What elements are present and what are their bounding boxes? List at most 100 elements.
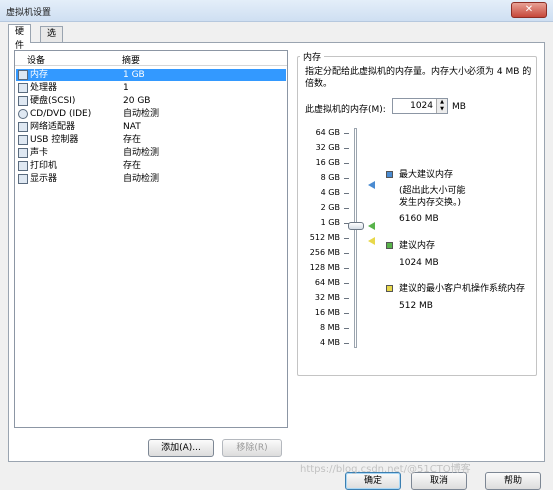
memory-scale-notch — [344, 343, 349, 344]
memory-scale-tick-label: 256 MB — [309, 248, 340, 257]
add-button[interactable]: 添加(A)... — [148, 439, 214, 457]
network-adapter-icon — [18, 122, 28, 132]
max-memory-value: 6160 MB — [399, 214, 439, 224]
device-list: 设备 摘要 内存 1 GB 处理器 1 硬盘(SCSI) 20 GB CD/DV… — [14, 50, 288, 428]
memory-scale-notch — [344, 193, 349, 194]
memory-scale-notch — [344, 208, 349, 209]
device-row-processor[interactable]: 处理器 1 — [16, 82, 286, 94]
memory-scale-notch — [344, 313, 349, 314]
device-name: 显示器 — [30, 174, 58, 184]
device-row-usb-controller[interactable]: USB 控制器 存在 — [16, 134, 286, 146]
close-icon: ✕ — [524, 4, 534, 15]
cd-dvd-icon — [18, 109, 28, 119]
memory-scale-notch — [344, 163, 349, 164]
device-row-sound-card[interactable]: 声卡 自动检测 — [16, 147, 286, 159]
device-row-cd-dvd[interactable]: CD/DVD (IDE) 自动检测 — [16, 108, 286, 120]
device-summary: 1 — [123, 83, 129, 93]
sound-card-icon — [18, 148, 28, 158]
device-list-header: 设备 摘要 — [15, 51, 287, 66]
tab-options[interactable]: 选项 — [40, 26, 64, 53]
device-name: 内存 — [30, 70, 49, 80]
memory-hint: 指定分配给此虚拟机的内存量。内存大小必须为 4 MB 的倍数。 — [305, 67, 532, 89]
memory-value: 1024 — [410, 101, 433, 111]
close-button[interactable]: ✕ — [511, 2, 547, 18]
device-summary: NAT — [123, 122, 141, 132]
memory-scale-tick-label: 64 MB — [314, 278, 340, 287]
device-row-printer[interactable]: 打印机 存在 — [16, 160, 286, 172]
max-memory-note-line2: 发生内存交换。) — [399, 198, 462, 208]
memory-scale-tick-label: 4 MB — [319, 338, 340, 347]
device-row-hard-disk[interactable]: 硬盘(SCSI) 20 GB — [16, 95, 286, 107]
max-memory-marker-icon — [368, 181, 375, 189]
memory-scale-tick-label: 64 GB — [315, 128, 340, 137]
device-summary: 存在 — [123, 161, 142, 171]
memory-scale-tick-label: 32 MB — [314, 293, 340, 302]
spin-down-button[interactable]: ▼ — [436, 106, 447, 113]
memory-group-title: 内存 — [300, 50, 325, 63]
memory-scale-tick-label: 16 MB — [314, 308, 340, 317]
memory-slider-thumb[interactable] — [348, 222, 364, 230]
remove-button[interactable]: 移除(R) — [222, 439, 282, 457]
memory-scale-tick-label: 4 GB — [320, 188, 340, 197]
memory-scale-notch — [344, 298, 349, 299]
recommended-memory-value: 1024 MB — [399, 258, 439, 268]
memory-spinbox[interactable]: 1024 ▲ ▼ — [392, 98, 448, 114]
hard-disk-icon — [18, 96, 28, 106]
tab-hardware[interactable]: 硬件 — [8, 24, 32, 51]
device-summary: 自动检测 — [123, 174, 160, 184]
memory-unit: MB — [452, 102, 466, 112]
memory-scale-tick-label: 32 GB — [315, 143, 340, 152]
memory-scale-tick-label: 1 GB — [320, 218, 340, 227]
device-name: 打印机 — [30, 161, 58, 171]
device-name: 处理器 — [30, 83, 58, 93]
min-memory-marker-icon — [368, 237, 375, 245]
recommended-memory-marker-icon — [368, 222, 375, 230]
memory-scale-notch — [344, 268, 349, 269]
recommended-memory-label: 建议内存 — [399, 241, 436, 251]
min-memory-legend-icon — [386, 285, 393, 292]
memory-scale-notch — [344, 178, 349, 179]
min-memory-label: 建议的最小客户机操作系统内存 — [399, 284, 526, 294]
device-column-header[interactable]: 设备 — [27, 53, 45, 66]
memory-scale-tick-label: 2 GB — [320, 203, 340, 212]
device-name: 网络适配器 — [30, 122, 76, 132]
display-icon — [18, 174, 28, 184]
device-name: USB 控制器 — [30, 135, 79, 145]
memory-scale-notch — [344, 133, 349, 134]
memory-icon — [18, 70, 28, 80]
device-row-display[interactable]: 显示器 自动检测 — [16, 173, 286, 185]
device-summary: 20 GB — [123, 96, 151, 106]
watermark: https://blog.csdn.net/@51CTO博客 — [300, 464, 471, 475]
memory-scale-tick-label: 16 GB — [315, 158, 340, 167]
min-memory-value: 512 MB — [399, 301, 433, 311]
memory-scale-tick-label: 512 MB — [309, 233, 340, 242]
memory-slider-track[interactable] — [354, 128, 357, 348]
device-summary: 自动检测 — [123, 148, 160, 158]
printer-icon — [18, 161, 28, 171]
spin-up-button[interactable]: ▲ — [436, 99, 447, 106]
memory-scale-tick-label: 128 MB — [309, 263, 340, 272]
memory-field-label: 此虚拟机的内存(M): — [305, 105, 386, 115]
device-row-network-adapter[interactable]: 网络适配器 NAT — [16, 121, 286, 133]
device-summary: 自动检测 — [123, 109, 160, 119]
window-title: 虚拟机设置 — [6, 8, 52, 18]
memory-scale-notch — [344, 283, 349, 284]
device-row-memory[interactable]: 内存 1 GB — [16, 69, 286, 81]
memory-scale-tick-label: 8 MB — [319, 323, 340, 332]
device-name: CD/DVD (IDE) — [30, 109, 92, 119]
device-name: 声卡 — [30, 148, 49, 158]
memory-scale-notch — [344, 148, 349, 149]
memory-scale-tick-label: 8 GB — [320, 173, 340, 182]
processor-icon — [18, 83, 28, 93]
device-summary: 存在 — [123, 135, 142, 145]
usb-icon — [18, 135, 28, 145]
memory-scale-notch — [344, 253, 349, 254]
device-summary: 1 GB — [123, 70, 145, 80]
memory-scale-notch — [344, 238, 349, 239]
title-bar: 虚拟机设置 ✕ — [0, 0, 553, 22]
max-memory-note-line1: (超出此大小可能 — [399, 186, 466, 196]
summary-column-header[interactable]: 摘要 — [122, 53, 140, 66]
help-button[interactable]: 帮助 — [485, 472, 541, 490]
max-memory-legend-icon — [386, 171, 393, 178]
max-memory-label: 最大建议内存 — [399, 170, 454, 180]
